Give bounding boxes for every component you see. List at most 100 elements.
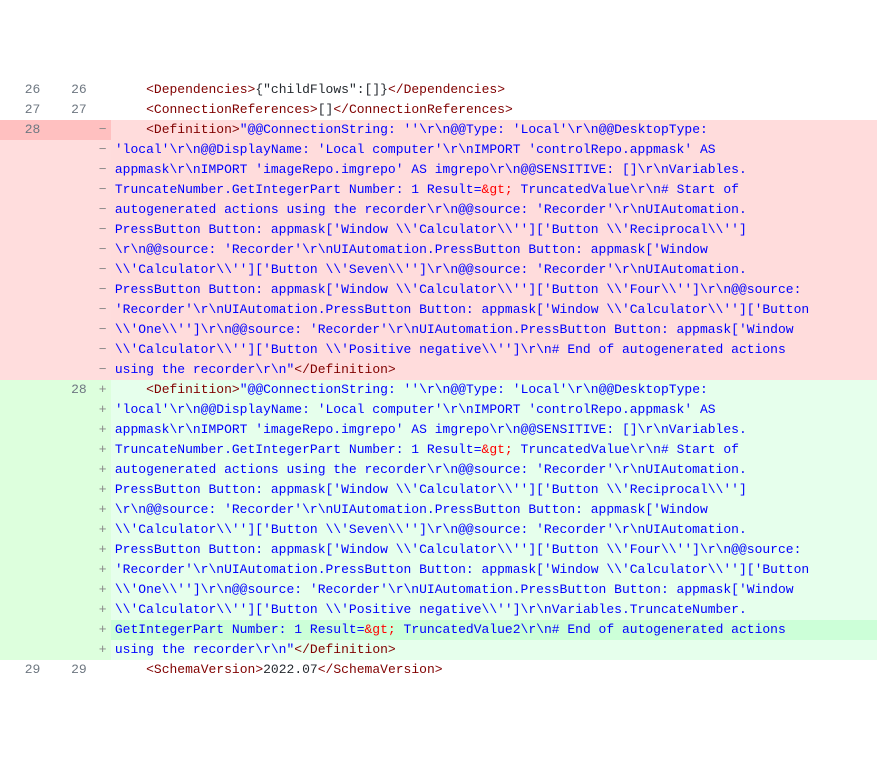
line-number-old <box>0 600 46 620</box>
code-content: appmask\r\nIMPORT 'imageRepo.imgrepo' AS… <box>111 160 877 180</box>
line-number-new <box>46 420 92 440</box>
line-number-old <box>0 300 46 320</box>
diff-marker: + <box>93 420 111 440</box>
line-number-new <box>46 240 92 260</box>
line-number-new <box>46 160 92 180</box>
diff-marker: + <box>93 540 111 560</box>
diff-line-del[interactable]: −autogenerated actions using the recorde… <box>0 200 877 220</box>
line-number-old <box>0 160 46 180</box>
line-number-new <box>46 200 92 220</box>
code-content: \\'One\\'']\r\n@@source: 'Recorder'\r\nU… <box>111 580 877 600</box>
diff-line-del[interactable]: −'local'\r\n@@DisplayName: 'Local comput… <box>0 140 877 160</box>
diff-line-add[interactable]: +\\'Calculator\\'']['Button \\'Positive … <box>0 600 877 620</box>
diff-line-ctx[interactable]: 2626 <Dependencies>{"childFlows":[]}</De… <box>0 80 877 100</box>
code-content: <Definition>"@@ConnectionString: ''\r\n@… <box>111 380 877 400</box>
diff-line-del[interactable]: −appmask\r\nIMPORT 'imageRepo.imgrepo' A… <box>0 160 877 180</box>
diff-marker: − <box>93 180 111 200</box>
line-number-new <box>46 600 92 620</box>
line-number-new <box>46 500 92 520</box>
code-content: TruncateNumber.GetIntegerPart Number: 1 … <box>111 180 877 200</box>
diff-line-ctx[interactable]: 2727 <ConnectionReferences>[]</Connectio… <box>0 100 877 120</box>
code-content: <SchemaVersion>2022.07</SchemaVersion> <box>111 660 877 680</box>
diff-marker: − <box>93 200 111 220</box>
line-number-old <box>0 640 46 660</box>
line-number-new <box>46 440 92 460</box>
diff-line-del[interactable]: −\\'One\\'']\r\n@@source: 'Recorder'\r\n… <box>0 320 877 340</box>
diff-marker: + <box>93 620 111 640</box>
diff-marker: − <box>93 120 111 140</box>
diff-line-add[interactable]: +\\'One\\'']\r\n@@source: 'Recorder'\r\n… <box>0 580 877 600</box>
line-number-old <box>0 540 46 560</box>
code-content: <ConnectionReferences>[]</ConnectionRefe… <box>111 100 877 120</box>
code-content: using the recorder\r\n"</Definition> <box>111 640 877 660</box>
diff-marker <box>93 660 111 680</box>
code-content: <Definition>"@@ConnectionString: ''\r\n@… <box>111 120 877 140</box>
line-number-new <box>46 400 92 420</box>
line-number-old: 29 <box>0 660 46 680</box>
diff-line-add[interactable]: +'local'\r\n@@DisplayName: 'Local comput… <box>0 400 877 420</box>
diff-line-del[interactable]: −\\'Calculator\\'']['Button \\'Positive … <box>0 340 877 360</box>
diff-line-del[interactable]: −using the recorder\r\n"</Definition> <box>0 360 877 380</box>
code-content: PressButton Button: appmask['Window \\'C… <box>111 540 877 560</box>
line-number-old <box>0 360 46 380</box>
diff-line-del[interactable]: −\\'Calculator\\'']['Button \\'Seven\\''… <box>0 260 877 280</box>
code-content: autogenerated actions using the recorder… <box>111 460 877 480</box>
diff-marker: − <box>93 160 111 180</box>
line-number-old <box>0 260 46 280</box>
diff-marker: + <box>93 380 111 400</box>
diff-marker: + <box>93 520 111 540</box>
line-number-new: 26 <box>46 80 92 100</box>
diff-marker: + <box>93 480 111 500</box>
line-number-new <box>46 320 92 340</box>
code-content: TruncateNumber.GetIntegerPart Number: 1 … <box>111 440 877 460</box>
code-content: 'Recorder'\r\nUIAutomation.PressButton B… <box>111 300 877 320</box>
diff-line-ctx[interactable]: 2929 <SchemaVersion>2022.07</SchemaVersi… <box>0 660 877 680</box>
diff-line-del[interactable]: −PressButton Button: appmask['Window \\'… <box>0 220 877 240</box>
code-content: 'local'\r\n@@DisplayName: 'Local compute… <box>111 140 877 160</box>
line-number-new <box>46 620 92 640</box>
diff-line-add[interactable]: +TruncateNumber.GetIntegerPart Number: 1… <box>0 440 877 460</box>
code-content: PressButton Button: appmask['Window \\'C… <box>111 220 877 240</box>
line-number-new <box>46 580 92 600</box>
code-content: 'Recorder'\r\nUIAutomation.PressButton B… <box>111 560 877 580</box>
diff-marker: + <box>93 580 111 600</box>
line-number-old <box>0 280 46 300</box>
diff-marker: − <box>93 140 111 160</box>
diff-marker: − <box>93 280 111 300</box>
code-content: PressButton Button: appmask['Window \\'C… <box>111 480 877 500</box>
diff-line-add[interactable]: +appmask\r\nIMPORT 'imageRepo.imgrepo' A… <box>0 420 877 440</box>
diff-line-add[interactable]: 28+ <Definition>"@@ConnectionString: ''\… <box>0 380 877 400</box>
line-number-old <box>0 240 46 260</box>
line-number-new <box>46 180 92 200</box>
diff-line-add[interactable]: +\r\n@@source: 'Recorder'\r\nUIAutomatio… <box>0 500 877 520</box>
diff-marker: − <box>93 320 111 340</box>
diff-line-add[interactable]: +\\'Calculator\\'']['Button \\'Seven\\''… <box>0 520 877 540</box>
diff-line-del[interactable]: −TruncateNumber.GetIntegerPart Number: 1… <box>0 180 877 200</box>
diff-line-del[interactable]: −PressButton Button: appmask['Window \\'… <box>0 280 877 300</box>
diff-line-del[interactable]: 28− <Definition>"@@ConnectionString: ''\… <box>0 120 877 140</box>
diff-line-add[interactable]: +PressButton Button: appmask['Window \\'… <box>0 480 877 500</box>
code-content: \\'Calculator\\'']['Button \\'Positive n… <box>111 600 877 620</box>
diff-line-add[interactable]: +autogenerated actions using the recorde… <box>0 460 877 480</box>
line-number-new <box>46 140 92 160</box>
diff-line-del[interactable]: −\r\n@@source: 'Recorder'\r\nUIAutomatio… <box>0 240 877 260</box>
diff-line-del[interactable]: −'Recorder'\r\nUIAutomation.PressButton … <box>0 300 877 320</box>
diff-line-add[interactable]: +using the recorder\r\n"</Definition> <box>0 640 877 660</box>
diff-line-add[interactable]: +GetIntegerPart Number: 1 Result=&gt; Tr… <box>0 620 877 640</box>
code-content: PressButton Button: appmask['Window \\'C… <box>111 280 877 300</box>
code-content: appmask\r\nIMPORT 'imageRepo.imgrepo' AS… <box>111 420 877 440</box>
line-number-old <box>0 220 46 240</box>
line-number-old <box>0 380 46 400</box>
diff-line-add[interactable]: +'Recorder'\r\nUIAutomation.PressButton … <box>0 560 877 580</box>
diff-marker: − <box>93 300 111 320</box>
code-content: using the recorder\r\n"</Definition> <box>111 360 877 380</box>
line-number-new: 28 <box>46 380 92 400</box>
line-number-old <box>0 140 46 160</box>
line-number-new <box>46 520 92 540</box>
line-number-old <box>0 400 46 420</box>
diff-marker: + <box>93 500 111 520</box>
code-content: \r\n@@source: 'Recorder'\r\nUIAutomation… <box>111 500 877 520</box>
code-content: \\'Calculator\\'']['Button \\'Seven\\'']… <box>111 260 877 280</box>
diff-marker: − <box>93 220 111 240</box>
diff-line-add[interactable]: +PressButton Button: appmask['Window \\'… <box>0 540 877 560</box>
